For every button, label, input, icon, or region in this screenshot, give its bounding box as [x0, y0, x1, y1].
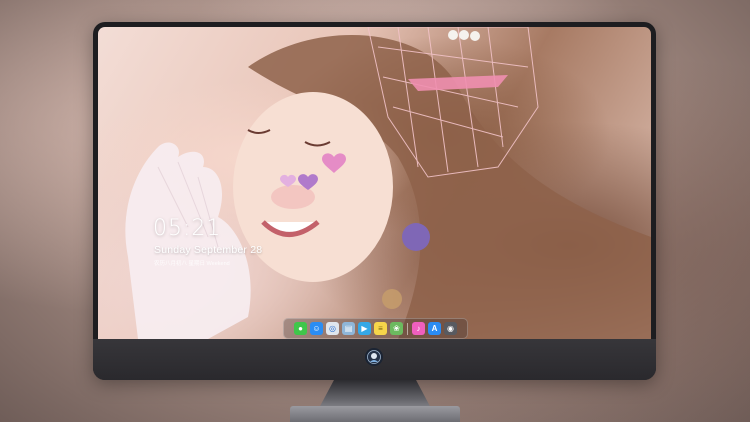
- imac-monitor: 05:21 Sunday September 28 农历八月初八 星期日 Wee…: [93, 22, 656, 380]
- music-icon[interactable]: ♪: [412, 322, 425, 335]
- app-store-icon[interactable]: A: [428, 322, 441, 335]
- notes-icon[interactable]: ≡: [374, 322, 387, 335]
- brand-logo-icon: [365, 348, 383, 366]
- finder-icon[interactable]: ☺: [310, 322, 323, 335]
- messages-icon[interactable]: ●: [294, 322, 307, 335]
- monitor-stand-base: [290, 406, 460, 422]
- safari-icon[interactable]: ◎: [326, 322, 339, 335]
- video-icon[interactable]: ▶: [358, 322, 371, 335]
- lockscreen-clock: 05:21: [153, 216, 222, 241]
- screen: 05:21 Sunday September 28 农历八月初八 星期日 Wee…: [98, 27, 651, 339]
- dock: ● ☺ ◎ ▤ ▶ ≡ ❀ ♪ A ◉: [283, 318, 468, 339]
- files-icon[interactable]: ▤: [342, 322, 355, 335]
- wallpaper-photo: [125, 27, 651, 339]
- camera-icon[interactable]: ◉: [444, 322, 457, 335]
- dock-separator: [407, 322, 408, 335]
- lockscreen-date: Sunday September 28: [154, 244, 263, 256]
- lockscreen-lunar-date: 农历八月初八 星期日 Weekend: [154, 261, 230, 267]
- photos-icon[interactable]: ❀: [390, 322, 403, 335]
